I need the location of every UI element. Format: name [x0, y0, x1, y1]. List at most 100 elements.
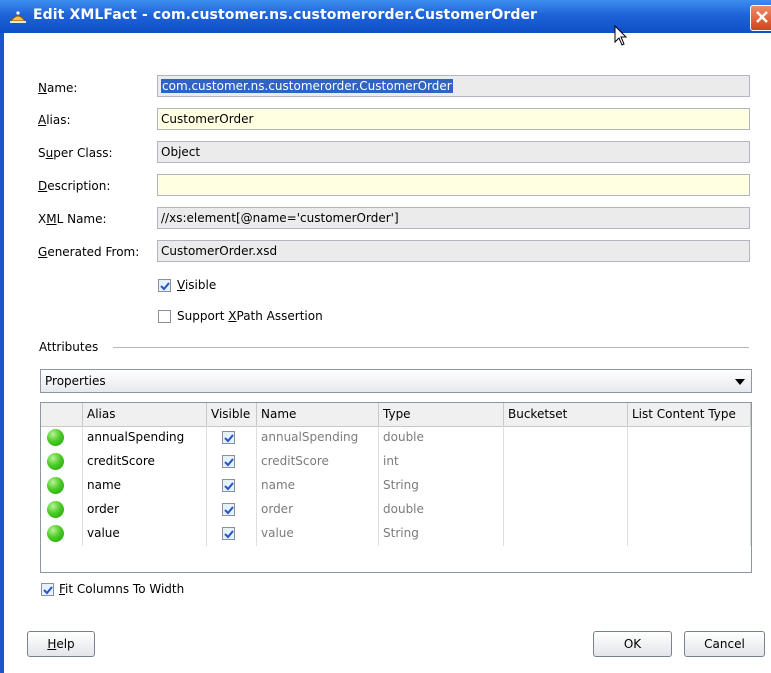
attributes-table[interactable]: Alias Visible Name Type Bucketset List C… — [40, 402, 752, 573]
checkmark-icon — [224, 482, 234, 491]
list-content-type-cell[interactable] — [628, 426, 751, 450]
visible-checkbox[interactable] — [158, 279, 171, 292]
close-icon — [756, 11, 768, 23]
row-visible-checkbox[interactable] — [222, 527, 235, 540]
green-status-icon — [47, 525, 64, 542]
name-cell: order — [257, 498, 379, 522]
table-row[interactable]: annualSpending annualSpending double — [41, 426, 751, 450]
checkmark-icon — [224, 530, 234, 539]
list-content-type-cell[interactable] — [628, 522, 751, 546]
alias-cell[interactable]: creditScore — [83, 450, 207, 474]
bucketset-cell[interactable] — [504, 474, 628, 498]
alias-cell[interactable]: name — [83, 474, 207, 498]
status-cell — [41, 474, 83, 498]
generated-from-field[interactable]: CustomerOrder.xsd — [157, 240, 750, 262]
help-button[interactable]: Help — [27, 631, 95, 657]
green-status-icon — [47, 477, 64, 494]
fit-columns-checkbox[interactable] — [41, 583, 54, 596]
xmlname-label: XML Name: — [38, 212, 107, 226]
bucketset-cell[interactable] — [504, 450, 628, 474]
status-cell — [41, 522, 83, 546]
checkmark-icon — [224, 506, 234, 515]
description-field[interactable] — [157, 174, 750, 196]
green-status-icon — [47, 501, 64, 518]
visible-label: Visible — [177, 278, 217, 292]
cancel-button[interactable]: Cancel — [684, 631, 765, 657]
name-label: Name: — [38, 81, 78, 95]
checkmark-icon — [43, 586, 53, 595]
attributes-section-label: Attributes — [39, 340, 99, 354]
column-header-type[interactable]: Type — [379, 403, 504, 426]
status-cell — [41, 450, 83, 474]
status-cell — [41, 498, 83, 522]
visible-cell — [207, 522, 257, 546]
row-visible-checkbox[interactable] — [222, 431, 235, 444]
alias-cell[interactable]: annualSpending — [83, 426, 207, 450]
name-field[interactable]: com.customer.ns.customerorder.CustomerOr… — [157, 75, 750, 97]
chevron-down-icon — [735, 379, 745, 385]
table-header: Alias Visible Name Type Bucketset List C… — [41, 403, 751, 427]
alias-label: Alias: — [38, 113, 71, 127]
column-header-name[interactable]: Name — [257, 403, 379, 426]
bucketset-cell[interactable] — [504, 426, 628, 450]
attributes-divider — [113, 347, 749, 348]
type-cell: int — [379, 450, 504, 474]
row-visible-checkbox[interactable] — [222, 455, 235, 468]
ok-button[interactable]: OK — [593, 631, 672, 657]
row-visible-checkbox[interactable] — [222, 503, 235, 516]
support-xpath-label: Support XPath Assertion — [177, 309, 323, 323]
fit-columns-label: Fit Columns To Width — [59, 582, 185, 596]
alias-field[interactable]: CustomerOrder — [157, 108, 750, 130]
bucketset-cell[interactable] — [504, 522, 628, 546]
description-label: Description: — [38, 179, 111, 193]
column-header-visible[interactable]: Visible — [207, 403, 257, 426]
support-xpath-checkbox[interactable] — [158, 310, 171, 323]
checkmark-icon — [224, 434, 234, 443]
visible-cell — [207, 498, 257, 522]
bucketset-cell[interactable] — [504, 498, 628, 522]
list-content-type-cell[interactable] — [628, 450, 751, 474]
name-cell: value — [257, 522, 379, 546]
visible-cell — [207, 426, 257, 450]
close-button[interactable] — [750, 5, 771, 31]
column-header-list-content-type[interactable]: List Content Type — [628, 403, 751, 426]
superclass-field[interactable]: Object — [157, 141, 750, 163]
list-content-type-cell[interactable] — [628, 474, 751, 498]
green-status-icon — [47, 429, 64, 446]
type-cell: double — [379, 426, 504, 450]
superclass-label: Super Class: — [38, 146, 113, 160]
type-cell: String — [379, 522, 504, 546]
table-row[interactable]: name name String — [41, 474, 751, 498]
xmlname-field[interactable]: //xs:element[@name='customerOrder'] — [157, 207, 750, 229]
green-status-icon — [47, 453, 64, 470]
table-row[interactable]: value value String — [41, 522, 751, 546]
row-visible-checkbox[interactable] — [222, 479, 235, 492]
window-frame — [0, 33, 4, 673]
table-row[interactable]: order order double — [41, 498, 751, 522]
name-cell: creditScore — [257, 450, 379, 474]
title-bar[interactable]: Edit XMLFact - com.customer.ns.customero… — [0, 0, 771, 33]
mouse-cursor-icon — [614, 24, 628, 50]
edit-xmlfact-dialog: Edit XMLFact - com.customer.ns.customero… — [0, 0, 771, 673]
checkmark-icon — [160, 282, 170, 291]
name-cell: annualSpending — [257, 426, 379, 450]
alias-cell[interactable]: value — [83, 522, 207, 546]
type-cell: String — [379, 474, 504, 498]
visible-cell — [207, 450, 257, 474]
generated-from-label: Generated From: — [38, 245, 140, 259]
dialog-title: Edit XMLFact - com.customer.ns.customero… — [33, 7, 538, 23]
attributes-view-dropdown[interactable]: Properties — [40, 369, 752, 393]
name-cell: name — [257, 474, 379, 498]
status-cell — [41, 426, 83, 450]
visible-cell — [207, 474, 257, 498]
table-row[interactable]: creditScore creditScore int — [41, 450, 751, 474]
dropdown-value: Properties — [45, 374, 106, 388]
column-header-bucketset[interactable]: Bucketset — [504, 403, 628, 426]
alias-cell[interactable]: order — [83, 498, 207, 522]
type-cell: double — [379, 498, 504, 522]
list-content-type-cell[interactable] — [628, 498, 751, 522]
app-icon — [9, 9, 27, 25]
column-header-status — [41, 403, 83, 426]
column-header-alias[interactable]: Alias — [83, 403, 207, 426]
checkmark-icon — [224, 458, 234, 467]
